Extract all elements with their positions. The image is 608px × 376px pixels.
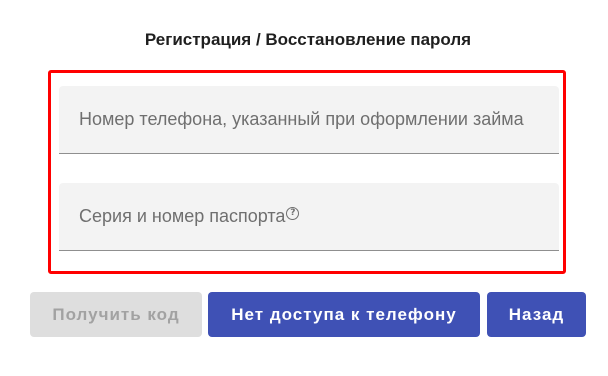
passport-field[interactable]: Серия и номер паспорта? bbox=[59, 183, 559, 251]
page-title: Регистрация / Восстановление пароля bbox=[144, 30, 472, 49]
passport-field-label: Серия и номер паспорта bbox=[79, 206, 286, 226]
phone-field[interactable]: Номер телефона, указанный при оформлении… bbox=[59, 86, 559, 154]
passport-field-label-wrap: Серия и номер паспорта? bbox=[79, 206, 300, 227]
registration-page: Регистрация / Восстановление пароля Номе… bbox=[0, 0, 608, 376]
phone-field-label: Номер телефона, указанный при оформлении… bbox=[79, 109, 524, 129]
form-highlight-box: Номер телефона, указанный при оформлении… bbox=[48, 70, 566, 274]
get-code-button[interactable]: Получить код bbox=[30, 292, 202, 337]
back-button[interactable]: Назад bbox=[487, 292, 586, 337]
question-circle-icon[interactable]: ? bbox=[286, 207, 300, 220]
no-phone-access-button[interactable]: Нет доступа к телефону bbox=[208, 292, 480, 337]
